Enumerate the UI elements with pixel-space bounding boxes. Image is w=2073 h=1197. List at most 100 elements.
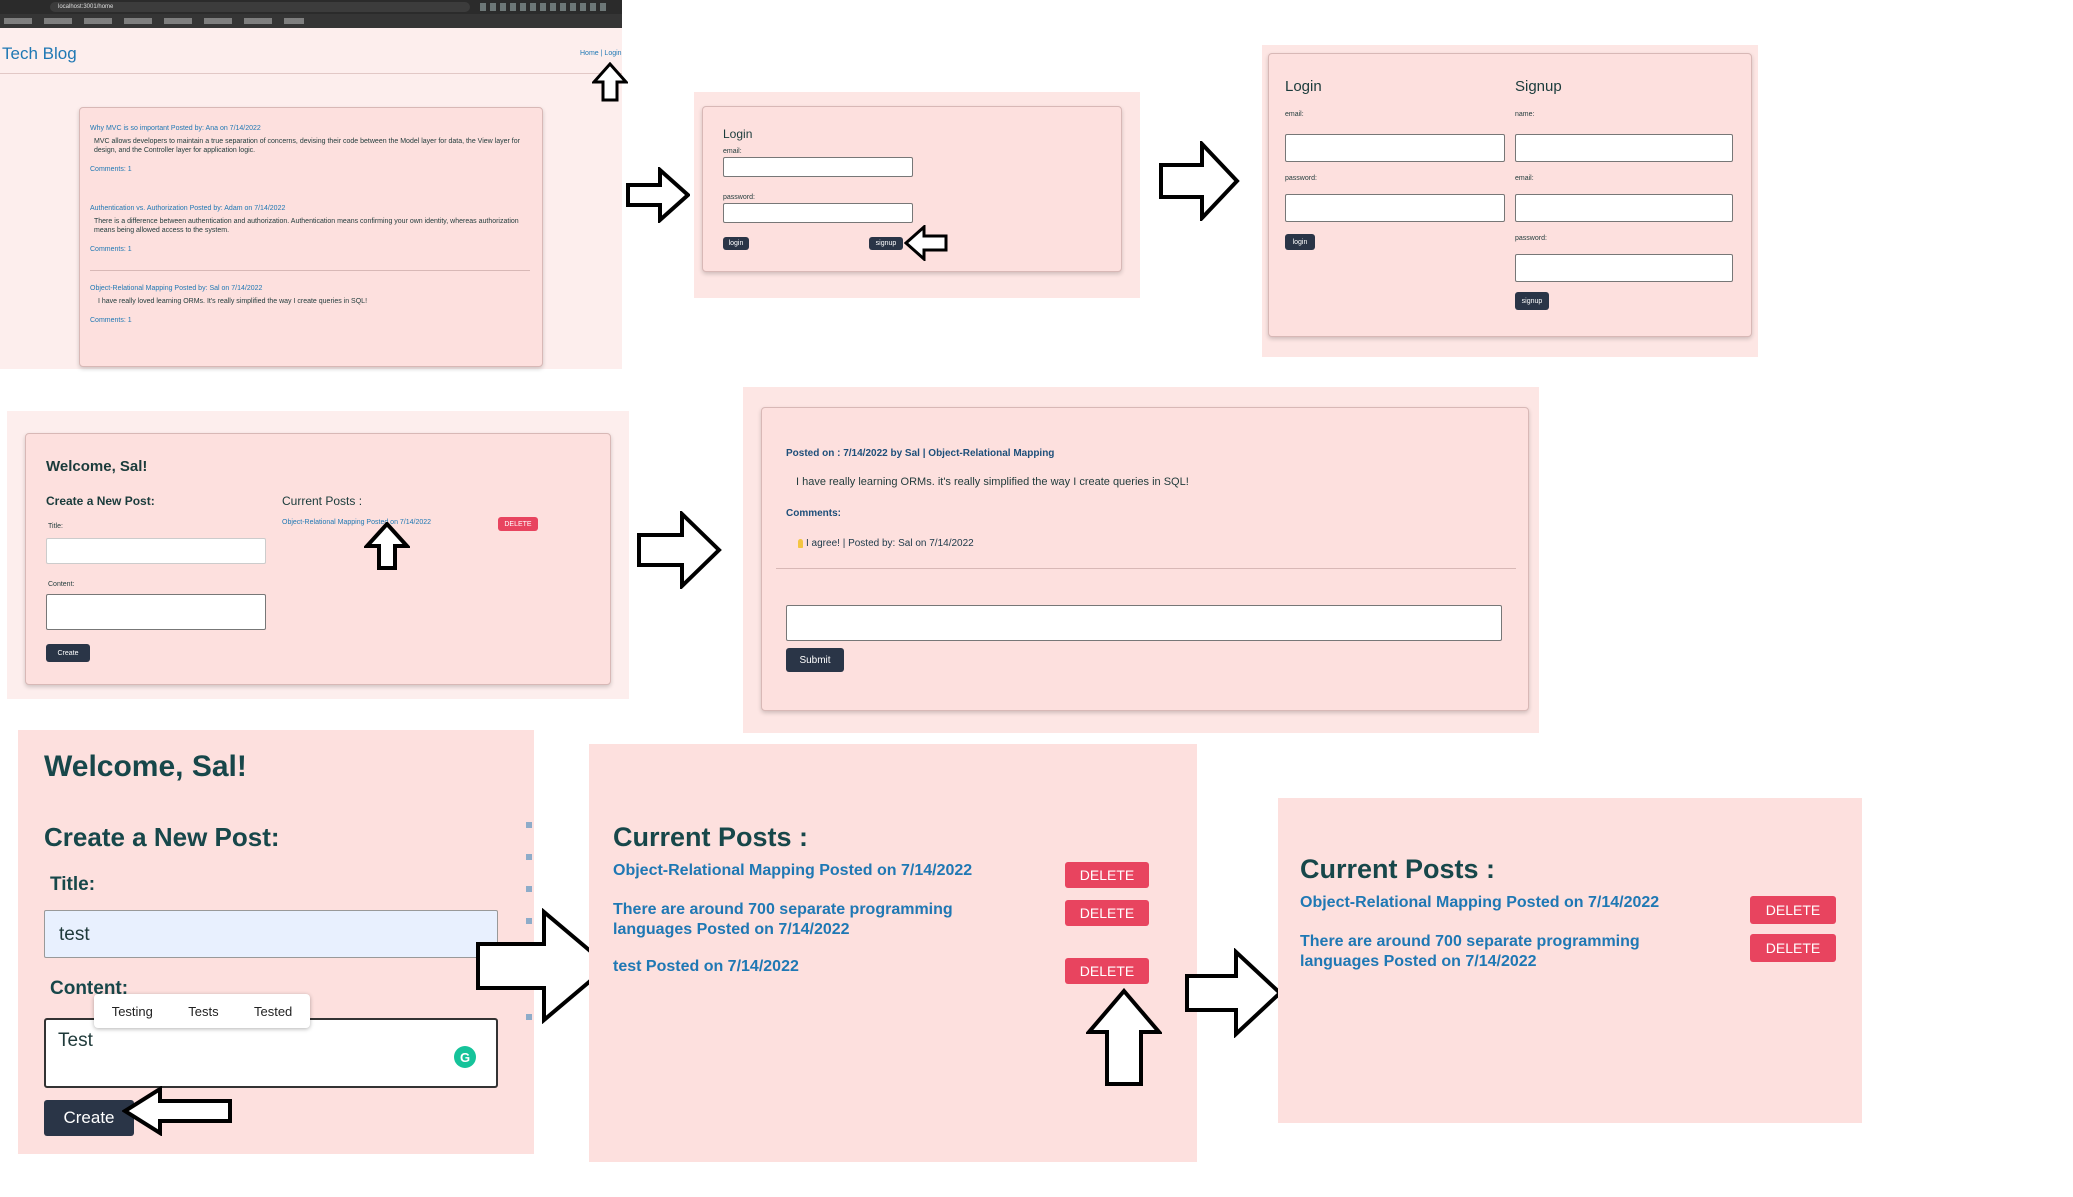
post-item: Why MVC is so important Posted by: Ana o… [90,124,530,174]
comments-label: Comments: [786,508,842,519]
password-input[interactable] [723,203,913,223]
login-email-input[interactable] [1285,134,1505,162]
brand-title[interactable]: Tech Blog [2,44,77,64]
login-button[interactable]: login [723,237,749,250]
title-label: Title: [48,523,63,530]
divider [776,568,1516,569]
title-input[interactable] [46,538,266,564]
signup-section-title: Signup [1515,78,1562,95]
current-post-link[interactable]: There are around 700 separate programmin… [1300,932,1680,972]
posts-card: Why MVC is so important Posted by: Ana o… [79,107,543,367]
post-comments-link[interactable]: Comments: 1 [90,245,530,254]
content-textarea[interactable] [46,594,266,630]
create-button[interactable]: Create [46,644,90,662]
signup-password-label: password: [1515,235,1547,242]
title-input-value: test [59,924,90,945]
divider [90,270,530,271]
comment-text: I agree! | Posted by: Sal on 7/14/2022 [806,538,974,549]
delete-button[interactable]: DELETE [498,517,538,531]
post-title-link[interactable]: Object-Relational Mapping Posted by: Sal… [90,284,530,293]
right-arrow-icon [1185,948,1283,1038]
current-post-link[interactable]: test Posted on 7/14/2022 [613,958,1013,976]
delete-button[interactable]: DELETE [1750,934,1836,962]
panel-dashboard-screenshot: Welcome, Sal! Create a New Post: Title: … [7,411,629,699]
browser-extension-icons [480,3,610,11]
panel-create-post-zoom: Welcome, Sal! Create a New Post: Title: … [18,730,534,1154]
post-body: I have really learning ORMs. it's really… [796,476,1189,488]
signup-email-label: email: [1515,175,1534,182]
current-post-link[interactable]: Object-Relational Mapping Posted on 7/14… [613,862,1013,880]
signup-button[interactable]: signup [1515,292,1549,310]
nav-home-link[interactable]: Home [580,50,599,57]
right-arrow-icon [1159,141,1240,221]
bookmarks-bar [0,14,622,28]
delete-button[interactable]: DELETE [1065,862,1149,888]
signup-name-input[interactable] [1515,134,1733,162]
url-bar[interactable]: localhost:3001/home [50,2,470,12]
post-body: MVC allows developers to maintain a true… [94,138,520,154]
login-signup-card: Login email: password: login Signup name… [1268,53,1752,337]
post-body: I have really loved learning ORMs. It's … [98,298,368,305]
panel-login-signup-screenshot: Login email: password: login Signup name… [1262,45,1758,357]
browser-tabbar: localhost:3001/home [0,0,622,14]
up-arrow-icon [364,522,410,570]
email-label: email: [1285,111,1304,118]
delete-button[interactable]: DELETE [1065,900,1149,926]
content-textarea[interactable]: Test [44,1018,498,1088]
nav-login-link[interactable]: Login [604,50,621,57]
welcome-heading: Welcome, Sal! [46,458,148,475]
comment-item: I agree! | Posted by: Sal on 7/14/2022 [798,538,974,549]
name-label: name: [1515,111,1535,118]
current-posts-heading: Current Posts : [282,494,363,508]
panel-current-posts-two: Current Posts : Object-Relational Mappin… [1278,798,1862,1123]
current-posts-heading: Current Posts : [613,822,809,852]
comment-input[interactable] [786,605,1502,641]
create-post-heading: Create a New Post: [44,822,280,852]
delete-button[interactable]: DELETE [1750,896,1836,924]
password-label: password: [1285,175,1317,182]
suggestion-item[interactable]: Tests [188,1004,218,1019]
submit-button[interactable]: Submit [786,648,844,672]
create-post-heading: Create a New Post: [46,494,155,508]
current-post-link[interactable]: There are around 700 separate programmin… [613,900,993,940]
right-arrow-icon [637,511,722,589]
post-item: Object-Relational Mapping Posted by: Sal… [90,284,530,325]
post-title-link[interactable]: Authentication vs. Authorization Posted … [90,204,530,213]
up-arrow-icon [1086,988,1162,1086]
post-comments-link[interactable]: Comments: 1 [90,316,530,325]
panel-login-screenshot: Login email: password: login signup [694,92,1140,298]
left-arrow-icon [122,1086,232,1136]
signup-button[interactable]: signup [869,237,903,250]
welcome-heading: Welcome, Sal! [44,750,247,783]
suggestion-item[interactable]: Tested [254,1004,292,1019]
grammarly-icon: G [454,1046,476,1068]
left-arrow-icon [904,225,948,261]
url-text: localhost:3001/home [58,4,114,10]
delete-button[interactable]: DELETE [1065,958,1149,984]
signup-password-input[interactable] [1515,254,1733,282]
site-header: Tech Blog Home | Login [0,28,622,74]
post-item: Authentication vs. Authorization Posted … [90,204,530,254]
login-button[interactable]: login [1285,234,1315,250]
post-comments-link[interactable]: Comments: 1 [90,165,530,174]
dashboard-card: Welcome, Sal! Create a New Post: Title: … [25,433,611,685]
email-input[interactable] [723,157,913,177]
post-title-link[interactable]: Why MVC is so important Posted by: Ana o… [90,124,530,133]
title-input[interactable]: test [44,910,498,958]
login-password-input[interactable] [1285,194,1505,222]
suggestion-item[interactable]: Testing [112,1004,153,1019]
current-post-link[interactable]: Object-Relational Mapping Posted on 7/14… [1300,894,1700,912]
content-textarea-value: Test [58,1030,93,1051]
autocomplete-suggestions: Testing Tests Tested [94,994,310,1028]
right-arrow-icon [626,167,690,223]
password-label: password: [723,194,755,201]
email-label: email: [723,148,742,155]
content-label: Content: [48,581,75,588]
panel-single-post-screenshot: Posted on : 7/14/2022 by Sal | Object-Re… [743,387,1539,733]
signup-email-input[interactable] [1515,194,1733,222]
post-meta: Posted on : 7/14/2022 by Sal | Object-Re… [786,448,1055,459]
single-post-card: Posted on : 7/14/2022 by Sal | Object-Re… [761,407,1529,711]
create-button[interactable]: Create [44,1100,134,1136]
panel-home-screenshot: localhost:3001/home Tech Blog Home | Log… [0,0,622,369]
current-posts-heading: Current Posts : [1300,854,1496,884]
